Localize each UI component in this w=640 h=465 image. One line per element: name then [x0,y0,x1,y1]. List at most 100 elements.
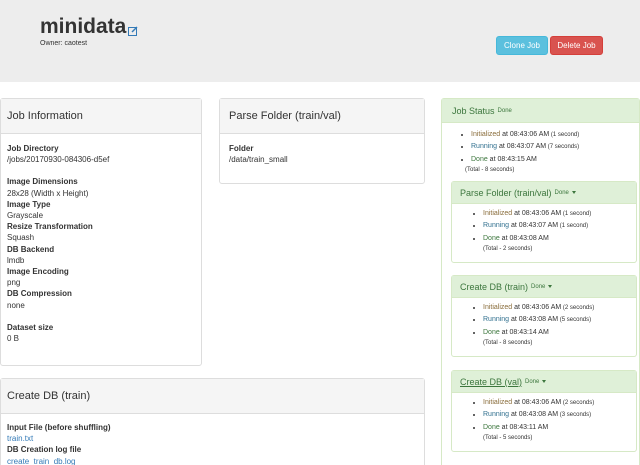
create-db-train-panel: Create DB (train) Input File (before shu… [0,378,425,465]
status-total: (Total - 2 seconds) [483,246,533,253]
status-item: Done at 08:43:15 AM [471,154,639,165]
caret-down-icon [571,191,576,194]
job-status-heading: Job Status Done [442,99,639,123]
resize-transformation-value: Squash [7,233,35,243]
status-item: Done at 08:43:14 AM [483,327,636,338]
status-duration: (5 seconds) [558,317,592,324]
db-compression-value: none [7,300,25,310]
status-running: Running [483,411,510,419]
task-status-state: Done [531,283,546,290]
page-header: minidata Owner: caotest Clone Job Delete… [0,0,640,82]
create-db-val-status-panel: Create DB (val) Done Initialized at 08:4… [451,370,637,452]
status-time: at 08:43:14 AM [499,328,549,336]
edit-icon[interactable] [128,26,138,36]
task-status-heading[interactable]: Create DB (val) Done [452,371,636,393]
status-total: (Total - 5 seconds) [483,435,533,442]
folder-value: /data/train_small [229,155,288,165]
task-status-title: Parse Folder (train/val) [460,187,552,198]
status-duration: (1 second) [558,223,589,230]
status-item: Initialized at 08:43:06 AM (2 seconds) [483,302,636,314]
parse-folder-panel: Parse Folder (train/val) Folder /data/tr… [219,98,425,184]
panel-heading: Parse Folder (train/val) [220,99,424,134]
status-time: at 08:43:08 AM [499,234,549,242]
caret-down-icon [542,380,547,383]
status-item: Initialized at 08:43:06 AM (1 second) [471,129,639,141]
status-item: Running at 08:43:08 AM (5 seconds) [483,314,636,326]
log-file-link[interactable]: create_train_db.log [7,456,418,465]
image-encoding-label: Image Encoding [7,267,69,277]
folder-label: Folder [229,144,254,153]
status-time: at 08:43:06 AM [512,210,562,217]
status-initialized: Initialized [471,131,501,138]
status-item: Running at 08:43:07 AM (7 seconds) [471,141,639,153]
image-dimensions-value: 28x28 (Width x Height) [7,188,89,198]
status-item: Running at 08:43:07 AM (1 second) [483,220,636,232]
job-directory-label: Job Directory [7,144,59,153]
status-time: at 08:43:08 AM [509,316,559,324]
status-time: at 08:43:07 AM [509,222,559,230]
status-done: Done [483,234,500,242]
status-running: Running [483,316,510,324]
job-information-panel: Job Information Job Directory /jobs/2017… [0,98,202,366]
create-db-train-status-panel: Create DB (train) Done Initialized at 08… [451,275,637,357]
panel-heading: Create DB (train) [1,379,424,414]
status-item: Running at 08:43:08 AM (3 seconds) [483,409,636,421]
input-file-link[interactable]: train.txt [7,433,418,444]
db-backend-label: DB Backend [7,244,55,254]
status-item: Initialized at 08:43:06 AM (1 second) [483,208,636,220]
image-encoding-value: png [7,278,21,288]
task-status-heading[interactable]: Create DB (train) Done [452,276,636,298]
owner-label: Owner: caotest [40,40,88,47]
status-item: Done at 08:43:08 AM [483,233,636,244]
status-done: Done [483,423,500,431]
task-status-state: Done [554,189,569,196]
task-status-title: Create DB (train) [460,281,529,292]
job-status-title: Job Status [452,105,495,116]
status-item: Initialized at 08:43:06 AM (2 seconds) [483,397,636,409]
status-time: at 08:43:08 AM [509,411,559,419]
db-backend-value: lmdb [7,255,25,265]
status-done: Done [471,155,488,163]
parse-folder-status-panel: Parse Folder (train/val) Done Initialize… [451,181,637,263]
job-status-state: Done [497,107,512,114]
job-status-list: Initialized at 08:43:06 AM (1 second) Ru… [442,123,639,165]
status-time: at 08:43:15 AM [487,155,537,163]
job-directory-value: /jobs/20170930-084306-d5ef [7,155,110,165]
task-status-heading[interactable]: Parse Folder (train/val) Done [452,182,636,204]
status-total: (Total - 8 seconds) [483,340,533,347]
status-time: at 08:43:06 AM [512,304,562,311]
status-duration: (2 seconds) [561,305,595,311]
status-item: Done at 08:43:11 AM [483,422,636,433]
dataset-size-label: Dataset size [7,322,54,332]
job-title: minidata [40,15,127,38]
status-duration: (1 second) [561,211,592,217]
status-time: at 08:43:06 AM [500,131,550,138]
status-duration: (3 seconds) [558,412,592,419]
db-compression-label: DB Compression [7,289,72,299]
image-type-value: Grayscale [7,211,44,221]
status-duration: (2 seconds) [561,400,595,406]
task-status-list: Initialized at 08:43:06 AM (2 seconds) R… [452,298,636,338]
panel-heading: Job Information [1,99,201,134]
status-initialized: Initialized [483,304,513,311]
status-done: Done [483,328,500,336]
status-duration: (7 seconds) [546,144,580,151]
status-running: Running [483,222,510,230]
status-time: at 08:43:07 AM [497,143,547,151]
status-initialized: Initialized [483,210,513,217]
dataset-size-value: 0 B [7,334,20,344]
image-dimensions-label: Image Dimensions [7,177,78,187]
status-initialized: Initialized [483,399,513,406]
status-total: (Total - 8 seconds) [465,167,515,174]
delete-job-button[interactable]: Delete Job [550,36,603,55]
resize-transformation-label: Resize Transformation [7,222,93,232]
clone-job-button[interactable]: Clone Job [496,36,548,55]
input-file-label: Input File (before shuffling) [7,423,111,432]
image-type-label: Image Type [7,199,51,209]
status-time: at 08:43:11 AM [499,423,549,431]
status-running: Running [471,143,498,151]
task-status-list: Initialized at 08:43:06 AM (1 second) Ru… [452,204,636,244]
caret-down-icon [548,285,553,288]
status-duration: (1 second) [549,132,580,138]
task-status-state: Done [525,378,540,385]
